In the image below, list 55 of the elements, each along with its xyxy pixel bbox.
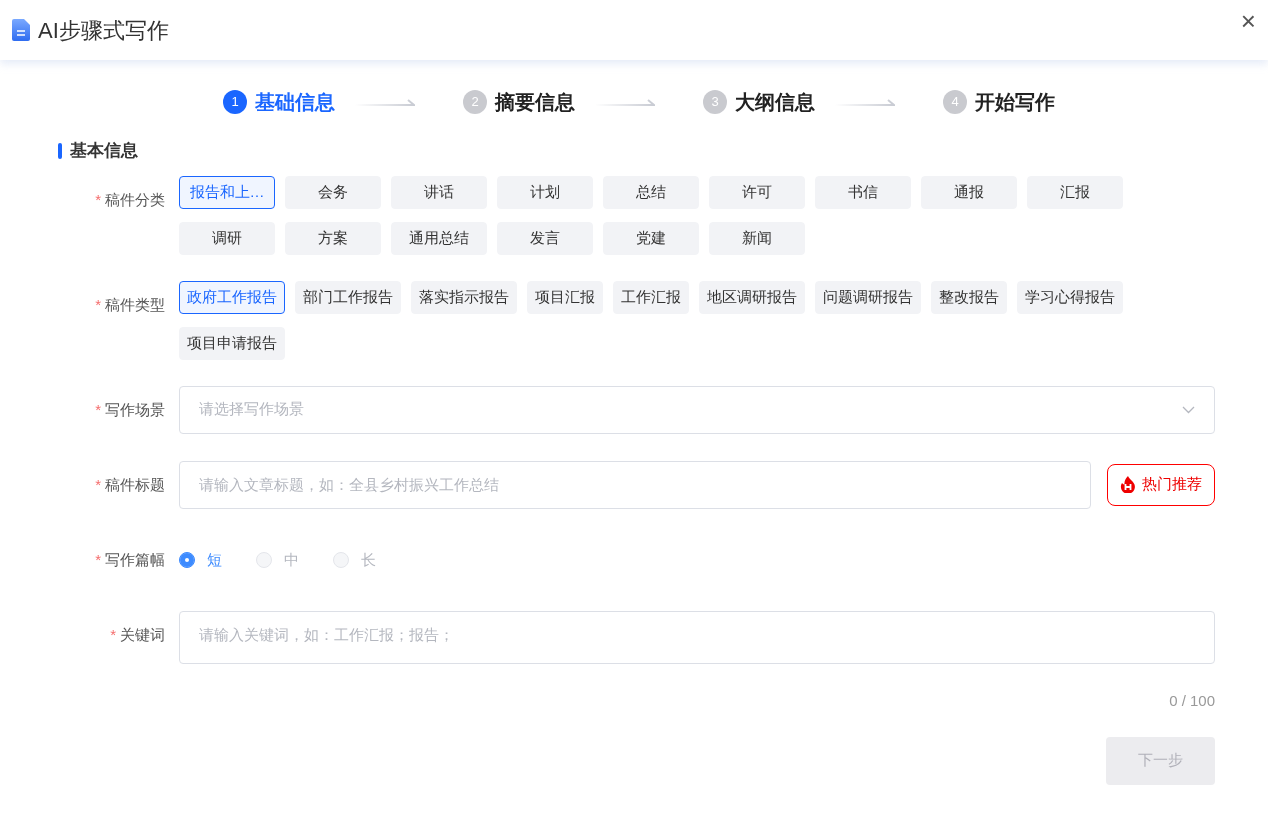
window-title: AI步骤式写作: [38, 16, 169, 45]
option-chip[interactable]: 许可: [709, 175, 805, 209]
flame-icon: [1120, 476, 1136, 493]
option-chip[interactable]: 项目申请报告: [179, 326, 285, 360]
option-chip[interactable]: 问题调研报告: [815, 280, 921, 314]
option-chip[interactable]: 总结: [603, 175, 699, 209]
required-asterisk: *: [95, 400, 101, 418]
step-label: 大纲信息: [735, 90, 815, 115]
option-chip[interactable]: 新闻: [709, 221, 805, 255]
step-label: 摘要信息: [495, 90, 575, 115]
keyword-input[interactable]: 请输入关键词，如：工作汇报；报告；: [179, 611, 1215, 664]
option-chip[interactable]: 发言: [497, 221, 593, 255]
option-chip[interactable]: 政府工作报告: [179, 280, 285, 314]
field-label: 写作场景: [105, 400, 165, 418]
option-chip[interactable]: 部门工作报告: [295, 280, 401, 314]
required-asterisk: *: [110, 626, 116, 643]
field-label: 关键词: [120, 626, 165, 643]
option-chip[interactable]: 计划: [497, 175, 593, 209]
option-chip[interactable]: 落实指示报告: [411, 280, 517, 314]
document-icon: [12, 19, 30, 41]
radio-circle[interactable]: [179, 551, 195, 568]
option-chip[interactable]: 讲话: [391, 175, 487, 209]
field-label: 稿件标题: [105, 475, 165, 493]
select-placeholder: 请选择写作场景: [199, 399, 304, 420]
step-number: 1: [223, 90, 247, 114]
section-marker: [58, 142, 62, 159]
option-chip[interactable]: 方案: [285, 221, 381, 255]
required-asterisk: *: [95, 190, 101, 208]
option-chip[interactable]: 会务: [285, 175, 381, 209]
option-chip[interactable]: 学习心得报告: [1017, 280, 1123, 314]
option-chip[interactable]: 通报: [921, 175, 1017, 209]
step-label: 开始写作: [975, 90, 1055, 115]
option-chip[interactable]: 汇报: [1027, 175, 1123, 209]
field-label: 稿件类型: [105, 295, 165, 313]
required-asterisk: *: [95, 475, 101, 493]
option-chip[interactable]: 项目汇报: [527, 280, 603, 314]
close-button[interactable]: ×: [1240, 8, 1256, 34]
option-chip[interactable]: 党建: [603, 221, 699, 255]
char-counter: 0 / 100: [1169, 691, 1215, 711]
option-chip[interactable]: 地区调研报告: [699, 280, 805, 314]
option-chip[interactable]: 报告和上…: [179, 175, 275, 209]
required-asterisk: *: [95, 550, 101, 568]
option-chip[interactable]: 通用总结: [391, 221, 487, 255]
chevron-down-icon: [1182, 405, 1195, 414]
option-chip[interactable]: 调研: [179, 221, 275, 255]
section-title: 基本信息: [70, 140, 138, 162]
field-label: 写作篇幅: [105, 550, 165, 568]
hot-recommend-button[interactable]: 热门推荐: [1107, 463, 1215, 506]
field-label: 稿件分类: [105, 190, 165, 208]
option-chip[interactable]: 整改报告: [931, 280, 1007, 314]
step-label: 基础信息: [255, 90, 335, 115]
required-asterisk: *: [95, 295, 101, 313]
option-chip[interactable]: 书信: [815, 175, 911, 209]
title-input[interactable]: 请输入文章标题，如：全县乡村振兴工作总结: [179, 460, 1091, 509]
option-chip[interactable]: 工作汇报: [613, 280, 689, 314]
